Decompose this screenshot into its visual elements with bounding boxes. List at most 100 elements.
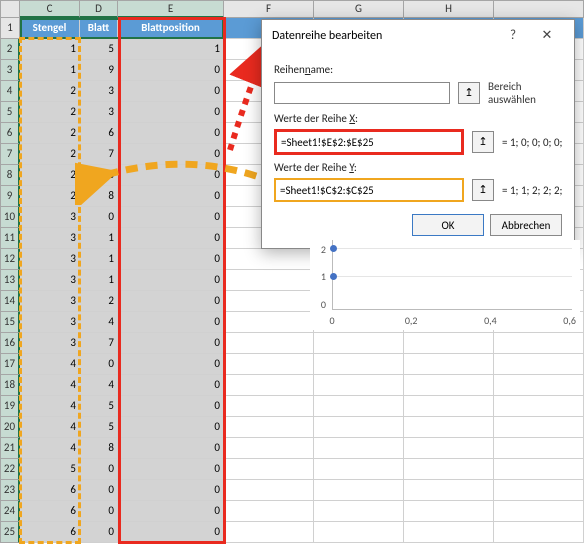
row-header[interactable]: 15 bbox=[0, 312, 20, 333]
cell[interactable]: 0 bbox=[118, 396, 224, 417]
cell[interactable] bbox=[494, 375, 584, 396]
cell[interactable]: 0 bbox=[80, 459, 118, 480]
row-header[interactable]: 8 bbox=[0, 165, 20, 186]
cell[interactable]: 3 bbox=[80, 81, 118, 102]
cell[interactable]: 4 bbox=[20, 354, 80, 375]
cell[interactable] bbox=[224, 396, 314, 417]
col-header-g[interactable]: G bbox=[314, 0, 404, 18]
range-pick-name[interactable]: ↥ bbox=[458, 82, 480, 104]
cell[interactable] bbox=[404, 333, 494, 354]
cell[interactable]: 0 bbox=[118, 207, 224, 228]
cell[interactable]: 2 bbox=[20, 165, 80, 186]
cell[interactable]: 2 bbox=[20, 81, 80, 102]
cell[interactable]: 1 bbox=[20, 60, 80, 81]
cell[interactable]: 4 bbox=[20, 375, 80, 396]
cell[interactable]: 0 bbox=[118, 417, 224, 438]
cell[interactable] bbox=[494, 522, 584, 543]
row-header[interactable]: 20 bbox=[0, 417, 20, 438]
cell[interactable] bbox=[314, 501, 404, 522]
cell[interactable]: 2 bbox=[20, 102, 80, 123]
cell[interactable]: 8 bbox=[80, 186, 118, 207]
cell[interactable]: 6 bbox=[20, 522, 80, 543]
select-all[interactable] bbox=[0, 0, 20, 18]
cell[interactable]: 6 bbox=[20, 501, 80, 522]
cell[interactable] bbox=[494, 438, 584, 459]
cell[interactable]: 0 bbox=[80, 354, 118, 375]
cell[interactable]: 0 bbox=[118, 249, 224, 270]
cell[interactable]: Blattposition bbox=[118, 18, 224, 39]
cell[interactable]: 8 bbox=[80, 165, 118, 186]
cell[interactable] bbox=[224, 354, 314, 375]
row-header[interactable]: 12 bbox=[0, 249, 20, 270]
cell[interactable] bbox=[404, 375, 494, 396]
cell[interactable] bbox=[494, 459, 584, 480]
cell[interactable]: 6 bbox=[80, 123, 118, 144]
cell[interactable] bbox=[314, 354, 404, 375]
cell[interactable] bbox=[494, 396, 584, 417]
cell[interactable]: 5 bbox=[80, 417, 118, 438]
cell[interactable] bbox=[494, 480, 584, 501]
cell[interactable]: 3 bbox=[20, 270, 80, 291]
row-header[interactable]: 9 bbox=[0, 186, 20, 207]
cell[interactable] bbox=[314, 333, 404, 354]
cell[interactable]: 7 bbox=[80, 333, 118, 354]
cell[interactable]: 5 bbox=[80, 39, 118, 60]
cell[interactable]: 0 bbox=[118, 228, 224, 249]
series-name-input[interactable] bbox=[274, 82, 450, 104]
cell[interactable]: 0 bbox=[80, 480, 118, 501]
row-header[interactable]: 19 bbox=[0, 396, 20, 417]
cell[interactable]: 3 bbox=[20, 207, 80, 228]
cell[interactable] bbox=[224, 249, 314, 270]
cell[interactable] bbox=[224, 438, 314, 459]
cell[interactable]: 0 bbox=[118, 480, 224, 501]
cell[interactable]: 0 bbox=[118, 312, 224, 333]
cell[interactable] bbox=[224, 522, 314, 543]
cell[interactable]: 4 bbox=[20, 438, 80, 459]
cell[interactable]: 0 bbox=[118, 123, 224, 144]
row-header[interactable]: 11 bbox=[0, 228, 20, 249]
col-header-e[interactable]: E bbox=[118, 0, 224, 18]
cell[interactable]: 2 bbox=[20, 123, 80, 144]
cell[interactable]: 8 bbox=[80, 438, 118, 459]
cell[interactable] bbox=[404, 501, 494, 522]
cell[interactable]: 0 bbox=[118, 375, 224, 396]
row-header[interactable]: 3 bbox=[0, 60, 20, 81]
cell[interactable]: 0 bbox=[118, 333, 224, 354]
cell[interactable]: 1 bbox=[20, 39, 80, 60]
cell[interactable] bbox=[494, 417, 584, 438]
cell[interactable]: 2 bbox=[20, 186, 80, 207]
cell[interactable]: 7 bbox=[80, 144, 118, 165]
cell[interactable]: 0 bbox=[80, 522, 118, 543]
range-pick-x[interactable]: ↥ bbox=[472, 131, 494, 153]
help-icon[interactable]: ? bbox=[496, 28, 530, 43]
cell[interactable] bbox=[314, 480, 404, 501]
cell[interactable]: 5 bbox=[80, 396, 118, 417]
cell[interactable]: 5 bbox=[20, 459, 80, 480]
cell[interactable]: 0 bbox=[118, 270, 224, 291]
cell[interactable] bbox=[404, 459, 494, 480]
cell[interactable]: 0 bbox=[118, 186, 224, 207]
cell[interactable]: 0 bbox=[118, 501, 224, 522]
cell[interactable] bbox=[494, 333, 584, 354]
cell[interactable]: 4 bbox=[80, 312, 118, 333]
col-header-d[interactable]: D bbox=[80, 0, 118, 18]
cell[interactable]: 2 bbox=[20, 144, 80, 165]
row-header[interactable]: 21 bbox=[0, 438, 20, 459]
cell[interactable] bbox=[314, 438, 404, 459]
row-header[interactable]: 6 bbox=[0, 123, 20, 144]
row-header[interactable]: 24 bbox=[0, 501, 20, 522]
row-header[interactable]: 25 bbox=[0, 522, 20, 543]
cell[interactable] bbox=[404, 480, 494, 501]
cell[interactable] bbox=[224, 312, 314, 333]
cell[interactable] bbox=[224, 459, 314, 480]
cell[interactable]: 0 bbox=[118, 144, 224, 165]
cell[interactable] bbox=[224, 291, 314, 312]
col-header-i[interactable] bbox=[494, 0, 584, 18]
cell[interactable]: 4 bbox=[80, 375, 118, 396]
row-header[interactable]: 13 bbox=[0, 270, 20, 291]
cell[interactable]: 1 bbox=[80, 270, 118, 291]
cell[interactable]: 0 bbox=[118, 438, 224, 459]
row-header[interactable]: 22 bbox=[0, 459, 20, 480]
row-header[interactable]: 17 bbox=[0, 354, 20, 375]
cell[interactable] bbox=[494, 501, 584, 522]
